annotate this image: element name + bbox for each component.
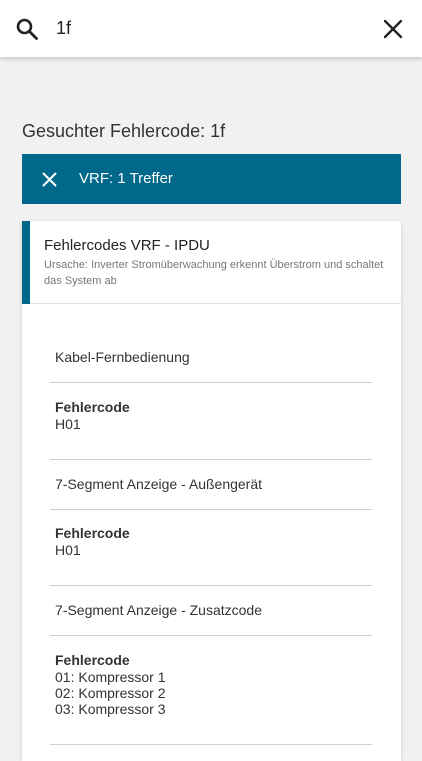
field-value-line: 02: Kompressor 2 <box>55 685 166 701</box>
close-small-icon[interactable] <box>42 172 57 187</box>
page-title: Gesuchter Fehlercode: 1f <box>22 121 226 141</box>
divider <box>50 585 372 586</box>
field-value-line: 01: Kompressor 1 <box>55 669 166 685</box>
card-accent-bar <box>22 221 30 304</box>
divider <box>50 744 372 745</box>
field-value-fehlercode: H01 <box>55 416 81 432</box>
section-title-kabel-fernbedienung: Kabel-Fernbedienung <box>55 349 190 365</box>
section-title-segment-aussengeraet: 7-Segment Anzeige - Außengerät <box>55 476 263 492</box>
section-title-segment-zusatzcode: 7-Segment Anzeige - Zusatzcode <box>55 602 263 618</box>
search-icon[interactable] <box>16 18 38 40</box>
result-count-label: VRF: 1 Treffer <box>79 170 173 187</box>
card-header[interactable]: Fehlercodes VRF - IPDU Ursache: Inverter… <box>22 221 401 304</box>
card-title: Fehlercodes VRF - IPDU <box>44 237 210 254</box>
search-bar: 1f <box>0 0 422 57</box>
divider <box>50 509 372 510</box>
field-label-fehlercode: Fehlercode <box>55 652 130 668</box>
divider <box>50 635 372 636</box>
card-subtitle: Ursache: Inverter Stromüberwachung erken… <box>44 259 384 287</box>
close-icon[interactable] <box>383 19 403 39</box>
divider <box>50 459 372 460</box>
field-value-fehlercode: H01 <box>55 542 81 558</box>
field-label-fehlercode: Fehlercode <box>55 399 130 415</box>
search-input[interactable]: 1f <box>56 18 71 39</box>
field-value-line: 03: Kompressor 3 <box>55 701 166 717</box>
result-group-header[interactable]: VRF: 1 Treffer <box>22 154 401 204</box>
divider <box>50 382 372 383</box>
result-card: Fehlercodes VRF - IPDU Ursache: Inverter… <box>22 221 401 761</box>
field-label-fehlercode: Fehlercode <box>55 525 130 541</box>
